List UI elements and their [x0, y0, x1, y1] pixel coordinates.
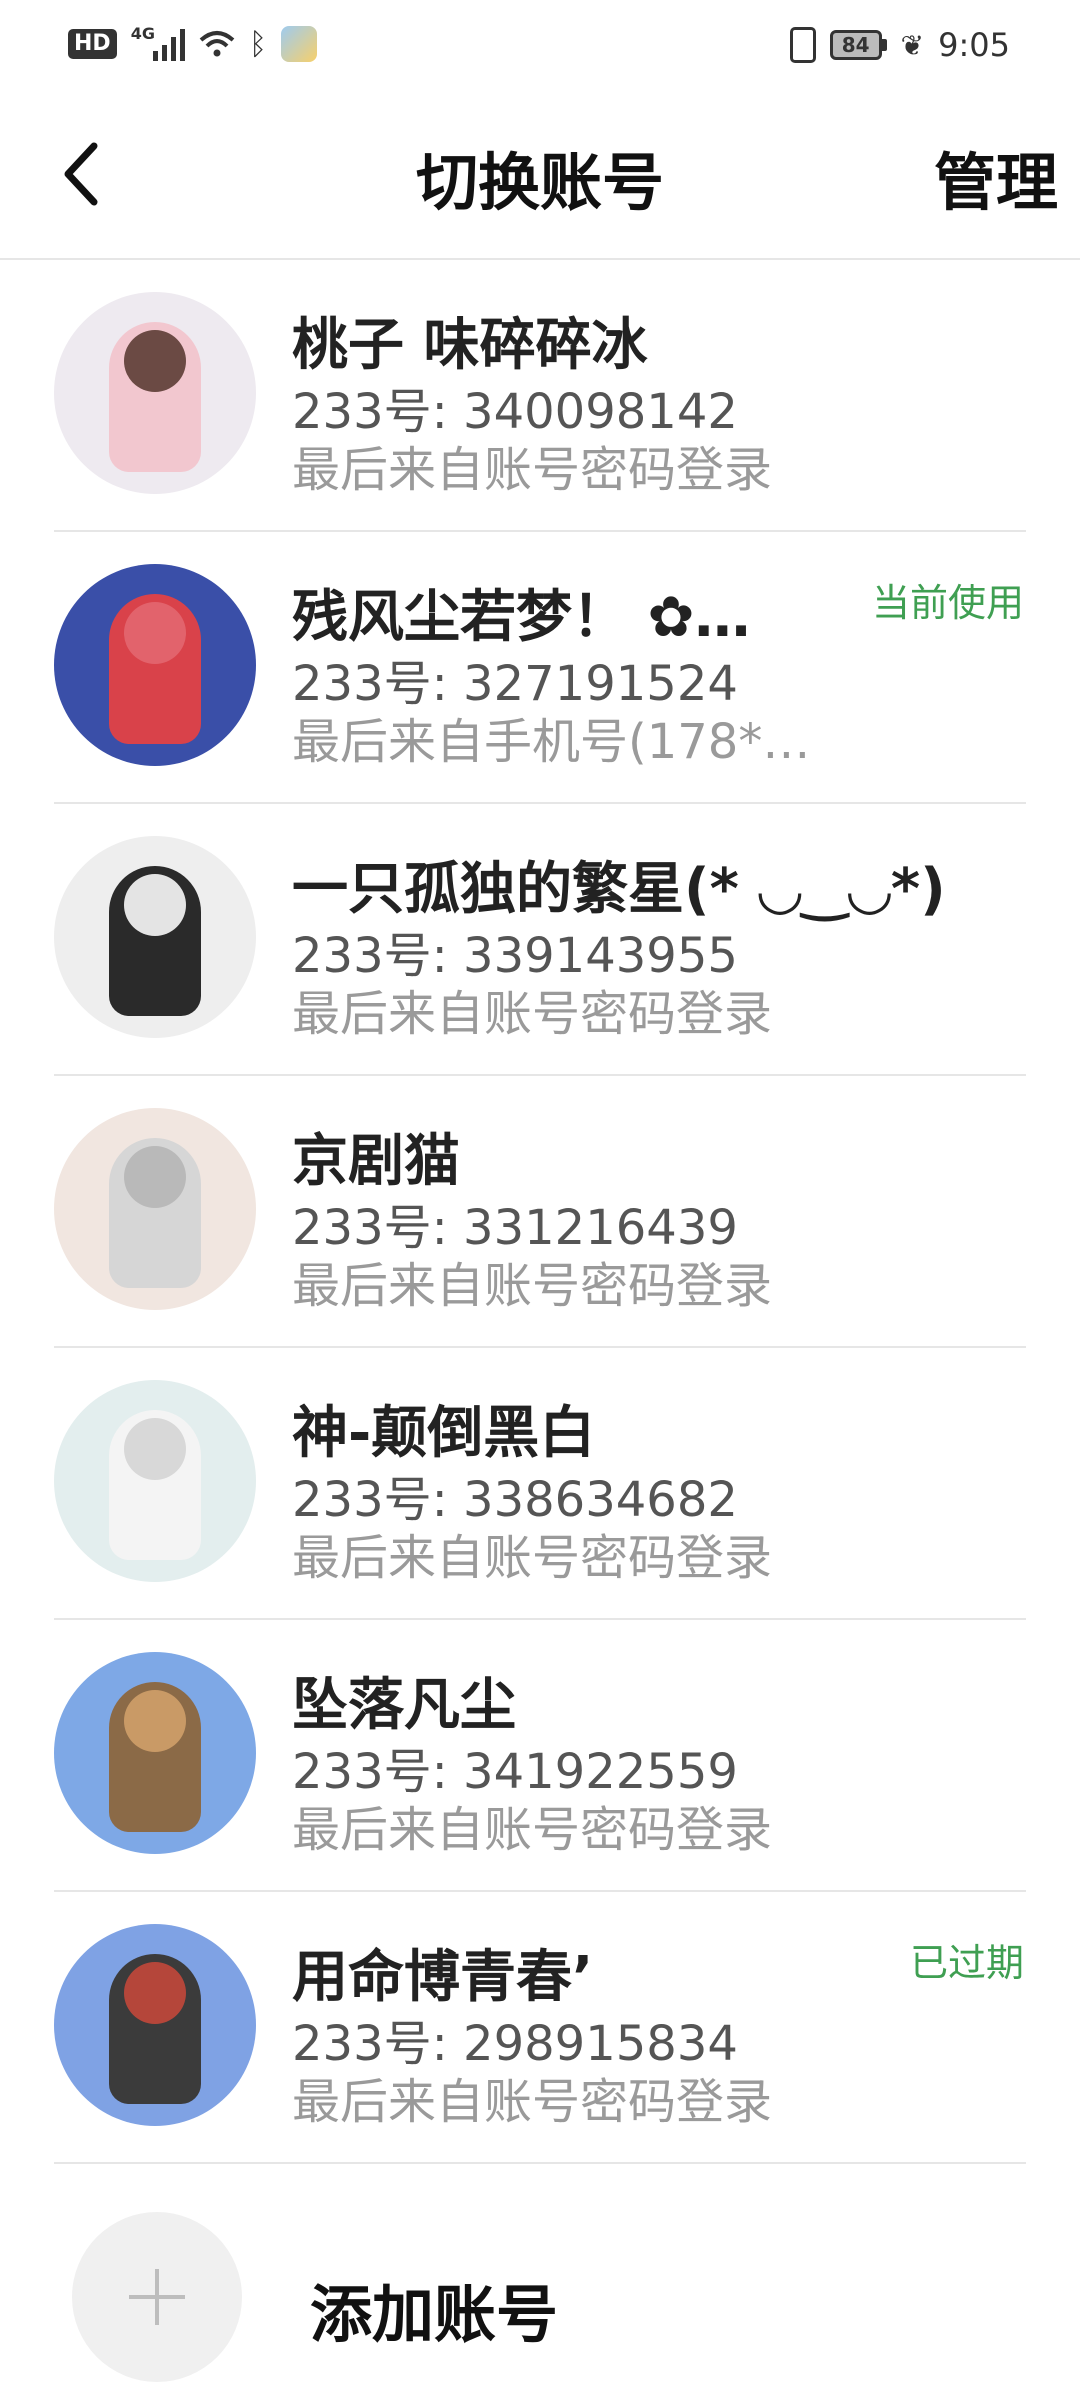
account-item[interactable]: 坠落凡尘 233号: 341922559 最后来自账号密码登录 [0, 1620, 1080, 1892]
login-source: 最后来自账号密码登录 [292, 1530, 773, 1586]
account-item[interactable]: 神-颠倒黑白 233号: 338634682 最后来自账号密码登录 [0, 1348, 1080, 1620]
plus-icon[interactable] [72, 2212, 242, 2382]
avatar [54, 292, 256, 494]
account-item[interactable]: 残风尘若梦！ ✿… 233号: 327191524 最后来自手机号(178*… … [0, 532, 1080, 804]
wifi-icon [199, 31, 235, 57]
hd-indicator: HD [68, 29, 117, 59]
account-list: 桃子 味碎碎冰 233号: 340098142 最后来自账号密码登录 残风尘若梦… [0, 260, 1080, 2382]
avatar [54, 564, 256, 766]
account-item[interactable]: 桃子 味碎碎冰 233号: 340098142 最后来自账号密码登录 [0, 260, 1080, 532]
bluetooth-icon: ᛒ [248, 26, 267, 62]
login-source: 最后来自手机号(178*… [292, 714, 811, 770]
avatar [54, 1380, 256, 1582]
account-name: 用命博青春’ [292, 1945, 594, 2010]
login-source: 最后来自账号密码登录 [292, 986, 773, 1042]
add-account-row[interactable]: 添加账号 [0, 2164, 1080, 2382]
account-item[interactable]: 京剧猫 233号: 331216439 最后来自账号密码登录 [0, 1076, 1080, 1348]
account-name: 神-颠倒黑白 [292, 1401, 596, 1466]
account-name: 一只孤独的繁星(* ◡‿◡*) [292, 857, 946, 922]
login-source: 最后来自账号密码登录 [292, 1802, 773, 1858]
network-type: 4G [130, 24, 155, 43]
account-name: 京剧猫 [292, 1129, 460, 1194]
account-name: 桃子 味碎碎冰 [292, 313, 648, 378]
account-item[interactable]: 用命博青春’ 233号: 298915834 最后来自账号密码登录 已过期 [0, 1892, 1080, 2164]
avatar [54, 1108, 256, 1310]
power-saving-icon: ❦ [900, 28, 925, 62]
clock: 9:05 [938, 26, 1010, 64]
add-account-label: 添加账号 [310, 2278, 559, 2351]
login-source: 最后来自账号密码登录 [292, 442, 773, 498]
page-title: 切换账号 [415, 146, 664, 219]
account-name: 残风尘若梦！ ✿… [292, 585, 751, 650]
status-badge: 已过期 [909, 1941, 1024, 1985]
login-source: 最后来自账号密码登录 [292, 1258, 773, 1314]
avatar [54, 836, 256, 1038]
manage-button[interactable]: 管理 [934, 132, 1058, 222]
avatar [54, 1924, 256, 2126]
battery-icon: 84 [829, 30, 887, 60]
signal-icon: 4G [130, 24, 185, 61]
app-notification-icon [280, 26, 317, 62]
vibrate-icon [789, 27, 816, 63]
nav-bar: 切换账号 管理 [0, 90, 1080, 260]
avatar [54, 1652, 256, 1854]
account-item[interactable]: 一只孤独的繁星(* ◡‿◡*) 233号: 339143955 最后来自账号密码… [0, 804, 1080, 1076]
battery-level: 84 [829, 30, 882, 60]
account-name: 坠落凡尘 [292, 1673, 516, 1738]
status-bar: HD 4G ᛒ 84 ❦ 9:05 [0, 0, 1080, 90]
status-badge: 当前使用 [871, 581, 1024, 625]
login-source: 最后来自账号密码登录 [292, 2074, 773, 2130]
